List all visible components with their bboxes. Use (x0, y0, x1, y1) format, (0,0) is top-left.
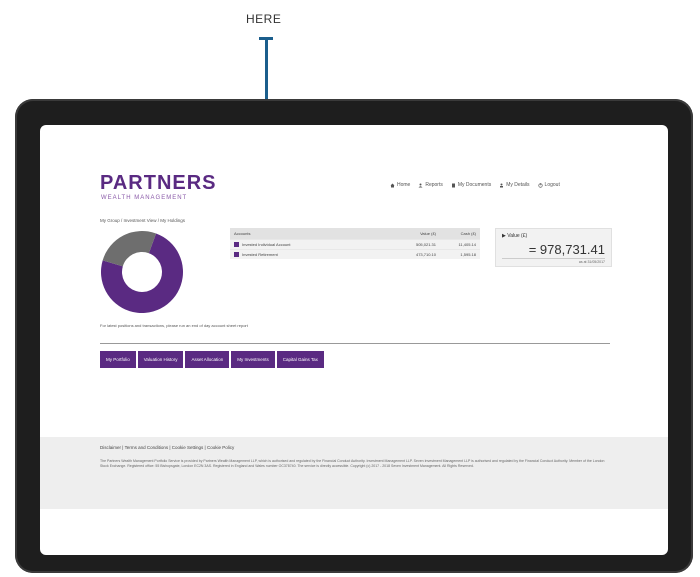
profile-icon (500, 183, 504, 187)
tab-valuation-history[interactable]: Valuation History (137, 351, 184, 368)
brand-subtitle: WEALTH MANAGEMENT (101, 195, 188, 201)
account-value: 473,710.10 (415, 252, 436, 257)
breadcrumb[interactable]: My Group / Investment View / My Holdings (100, 218, 185, 223)
home-icon (390, 183, 395, 187)
account-swatch (234, 242, 239, 247)
tab-asset-allocation[interactable]: Asset Allocation (185, 351, 230, 368)
logout-icon (537, 182, 543, 188)
nav-documents-label: My Documents (457, 182, 492, 188)
nav-documents[interactable]: My Documents (451, 182, 491, 188)
user-icon (418, 183, 423, 187)
nav-home-label: Home (397, 182, 411, 188)
allocation-donut-chart (101, 231, 183, 313)
nav-reports[interactable]: Reports (418, 182, 443, 188)
tab-my-investments[interactable]: My Investments (231, 351, 275, 368)
footer-links[interactable]: Disclaimer | Terms and Conditions | Cook… (100, 445, 234, 450)
table-row[interactable]: Invested Retirement 473,710.10 1,595.18 (230, 249, 480, 259)
account-name[interactable]: Invested Individual Account (242, 242, 290, 247)
row-account: Invested Individual Account (234, 242, 381, 247)
holdings-table: Accounts Value (£) Cash (£) Invested Ind… (230, 228, 480, 259)
header-value[interactable]: Value (£) (381, 231, 436, 236)
header-accounts[interactable]: Accounts (234, 231, 381, 236)
nav-details[interactable]: My Details (499, 182, 530, 188)
account-swatch (234, 252, 239, 257)
total-value-label-text: Value (£) (507, 233, 528, 239)
account-cash: 1,595.18 (460, 252, 476, 257)
positions-note: For latest positions and transactions, p… (100, 323, 248, 328)
section-divider (100, 343, 610, 344)
total-value-panel: ▶ Value (£) = 978,731.41 as at 31/05/201… (495, 228, 612, 267)
table-row[interactable]: Invested Individual Account 505,021.31 1… (230, 239, 480, 249)
brand-logo[interactable]: PARTNERS (100, 172, 217, 195)
account-name[interactable]: Invested Retirement (242, 252, 278, 257)
row-account: Invested Retirement (234, 252, 381, 257)
nav-home[interactable]: Home (390, 182, 410, 188)
page-footer: Disclaimer | Terms and Conditions | Cook… (40, 437, 668, 509)
account-value: 505,021.31 (415, 242, 436, 247)
total-value-label[interactable]: ▶ Value (£) (502, 233, 527, 239)
document-icon (451, 183, 455, 187)
holdings-header-row: Accounts Value (£) Cash (£) (230, 228, 480, 239)
section-tabs: My Portfolio Valuation History Asset All… (100, 351, 324, 368)
footer-legal-text: The Partners Wealth Management Portfolio… (100, 459, 605, 468)
value-as-of-date: as at 31/05/2017 (578, 260, 605, 264)
value-divider (502, 258, 605, 259)
donut-slice-1[interactable] (102, 231, 157, 267)
tab-capital-gains-tax[interactable]: Capital Gains Tax (276, 351, 324, 368)
tablet-screen: PARTNERS WEALTH MANAGEMENT Home Reports … (40, 125, 668, 555)
header-cash[interactable]: Cash (£) (436, 231, 476, 236)
nav-logout-label: Logout (544, 182, 560, 188)
web-page: PARTNERS WEALTH MANAGEMENT Home Reports … (40, 125, 668, 555)
nav-logout[interactable]: Logout (537, 182, 560, 188)
total-value-amount: = 978,731.41 (528, 242, 605, 257)
top-navigation: Home Reports My Documents My Details Log… (390, 182, 560, 188)
account-cash: 11,405.14 (458, 242, 477, 247)
nav-details-label: My Details (506, 182, 530, 188)
nav-reports-label: Reports (425, 182, 443, 188)
callout-label: HERE (246, 12, 282, 26)
tab-my-portfolio[interactable]: My Portfolio (100, 351, 136, 368)
